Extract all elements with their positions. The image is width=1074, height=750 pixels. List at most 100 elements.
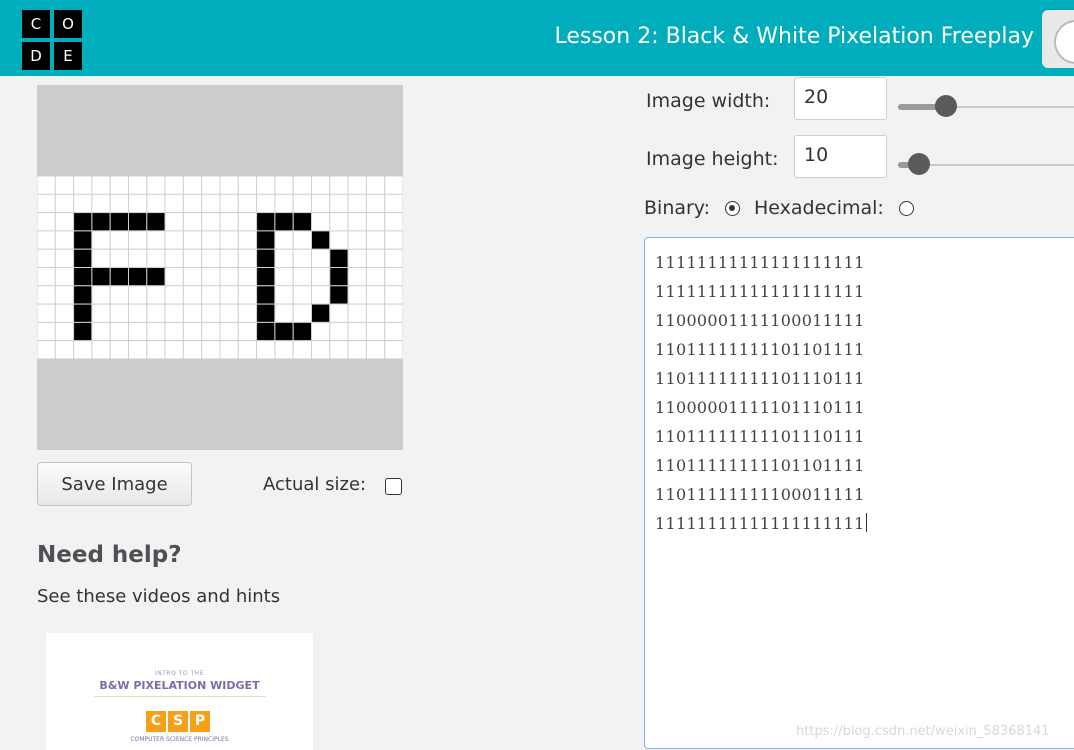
pixel-cell[interactable] <box>237 212 258 232</box>
pixel-cell[interactable] <box>219 193 239 214</box>
pixel-cell[interactable] <box>146 212 166 232</box>
pixel-cell[interactable] <box>73 267 93 287</box>
pixel-cell[interactable] <box>128 193 148 214</box>
pixel-cell[interactable] <box>329 267 349 287</box>
pixel-cell[interactable] <box>256 340 276 359</box>
pixel-cell[interactable] <box>384 193 403 214</box>
pixel-cell[interactable] <box>292 230 313 250</box>
pixel-cell[interactable] <box>54 176 75 195</box>
pixel-cell[interactable] <box>109 176 129 195</box>
pixel-cell[interactable] <box>201 340 221 359</box>
pixel-cell[interactable] <box>347 285 367 305</box>
pixel-cell[interactable] <box>329 193 349 214</box>
pixel-cell[interactable] <box>329 212 349 232</box>
width-slider-thumb[interactable] <box>934 95 957 117</box>
pixel-cell[interactable] <box>311 267 331 287</box>
pixel-cell[interactable] <box>274 321 294 342</box>
pixel-cell[interactable] <box>329 248 349 268</box>
hexadecimal-radio[interactable] <box>899 201 914 216</box>
pixel-cell[interactable] <box>311 340 331 359</box>
pixel-cell[interactable] <box>109 248 129 268</box>
pixel-cell[interactable] <box>201 248 221 268</box>
pixel-cell[interactable] <box>256 285 276 305</box>
pixel-cell[interactable] <box>182 193 203 214</box>
pixel-cell[interactable] <box>73 248 93 268</box>
pixel-cell[interactable] <box>292 248 313 268</box>
pixel-cell[interactable] <box>37 303 56 323</box>
pixel-cell[interactable] <box>201 267 221 287</box>
pixel-cell[interactable] <box>182 303 203 323</box>
pixel-cell[interactable] <box>182 340 203 359</box>
pixel-cell[interactable] <box>37 248 56 268</box>
pixel-cell[interactable] <box>146 176 166 195</box>
pixel-cell[interactable] <box>201 193 221 214</box>
pixel-cell[interactable] <box>256 176 276 195</box>
pixel-cell[interactable] <box>54 303 75 323</box>
pixel-cell[interactable] <box>311 321 331 342</box>
pixel-cell[interactable] <box>109 303 129 323</box>
pixel-cell[interactable] <box>54 193 75 214</box>
pixel-cell[interactable] <box>146 303 166 323</box>
pixel-cell[interactable] <box>219 303 239 323</box>
code-logo[interactable]: C O D E <box>22 10 86 72</box>
pixel-cell[interactable] <box>54 340 75 359</box>
pixel-cell[interactable] <box>365 248 386 268</box>
pixel-cell[interactable] <box>237 230 258 250</box>
pixel-cell[interactable] <box>182 321 203 342</box>
pixel-cell[interactable] <box>256 321 276 342</box>
pixel-cell[interactable] <box>219 321 239 342</box>
help-video-thumbnail[interactable]: INTRO TO THE B&W PIXELATION WIDGET CSP C… <box>46 633 313 750</box>
pixel-cell[interactable] <box>182 230 203 250</box>
pixel-cell[interactable] <box>274 267 294 287</box>
save-image-button[interactable]: Save Image <box>37 462 192 506</box>
pixel-cell[interactable] <box>311 230 331 250</box>
pixel-cell[interactable] <box>292 193 313 214</box>
pixel-cell[interactable] <box>384 248 403 268</box>
pixel-cell[interactable] <box>219 230 239 250</box>
pixel-cell[interactable] <box>128 267 148 287</box>
pixel-cell[interactable] <box>146 321 166 342</box>
pixel-cell[interactable] <box>109 267 129 287</box>
pixel-cell[interactable] <box>37 212 56 232</box>
pixel-cell[interactable] <box>256 212 276 232</box>
pixel-cell[interactable] <box>347 248 367 268</box>
pixel-cell[interactable] <box>109 230 129 250</box>
pixel-cell[interactable] <box>347 212 367 232</box>
pixel-cell[interactable] <box>237 285 258 305</box>
pixel-cell[interactable] <box>109 285 129 305</box>
pixel-cell[interactable] <box>347 340 367 359</box>
pixel-cell[interactable] <box>274 193 294 214</box>
pixel-cell[interactable] <box>256 303 276 323</box>
pixel-cell[interactable] <box>237 303 258 323</box>
pixel-cell[interactable] <box>384 230 403 250</box>
pixel-cell[interactable] <box>292 285 313 305</box>
pixel-cell[interactable] <box>311 193 331 214</box>
actual-size-checkbox[interactable] <box>385 478 402 495</box>
pixel-cell[interactable] <box>201 212 221 232</box>
pixel-cell[interactable] <box>128 212 148 232</box>
pixel-cell[interactable] <box>329 176 349 195</box>
pixel-cell[interactable] <box>146 230 166 250</box>
pixel-cell[interactable] <box>164 212 184 232</box>
pixel-cell[interactable] <box>146 248 166 268</box>
pixel-cell[interactable] <box>128 303 148 323</box>
image-height-input[interactable]: 10 <box>794 135 887 178</box>
pixel-cell[interactable] <box>274 212 294 232</box>
pixel-cell[interactable] <box>237 176 258 195</box>
pixel-cell[interactable] <box>73 176 93 195</box>
pixel-cell[interactable] <box>91 321 111 342</box>
pixel-cell[interactable] <box>237 321 258 342</box>
pixel-cell[interactable] <box>365 285 386 305</box>
pixel-cell[interactable] <box>365 340 386 359</box>
pixel-cell[interactable] <box>292 267 313 287</box>
pixel-cell[interactable] <box>292 321 313 342</box>
pixel-cell[interactable] <box>91 193 111 214</box>
pixel-cell[interactable] <box>73 321 93 342</box>
pixel-cell[interactable] <box>274 230 294 250</box>
pixel-cell[interactable] <box>54 230 75 250</box>
binary-radio[interactable] <box>725 201 740 216</box>
pixel-cell[interactable] <box>73 340 93 359</box>
pixel-cell[interactable] <box>164 248 184 268</box>
pixel-cell[interactable] <box>37 193 56 214</box>
pixel-cell[interactable] <box>109 340 129 359</box>
